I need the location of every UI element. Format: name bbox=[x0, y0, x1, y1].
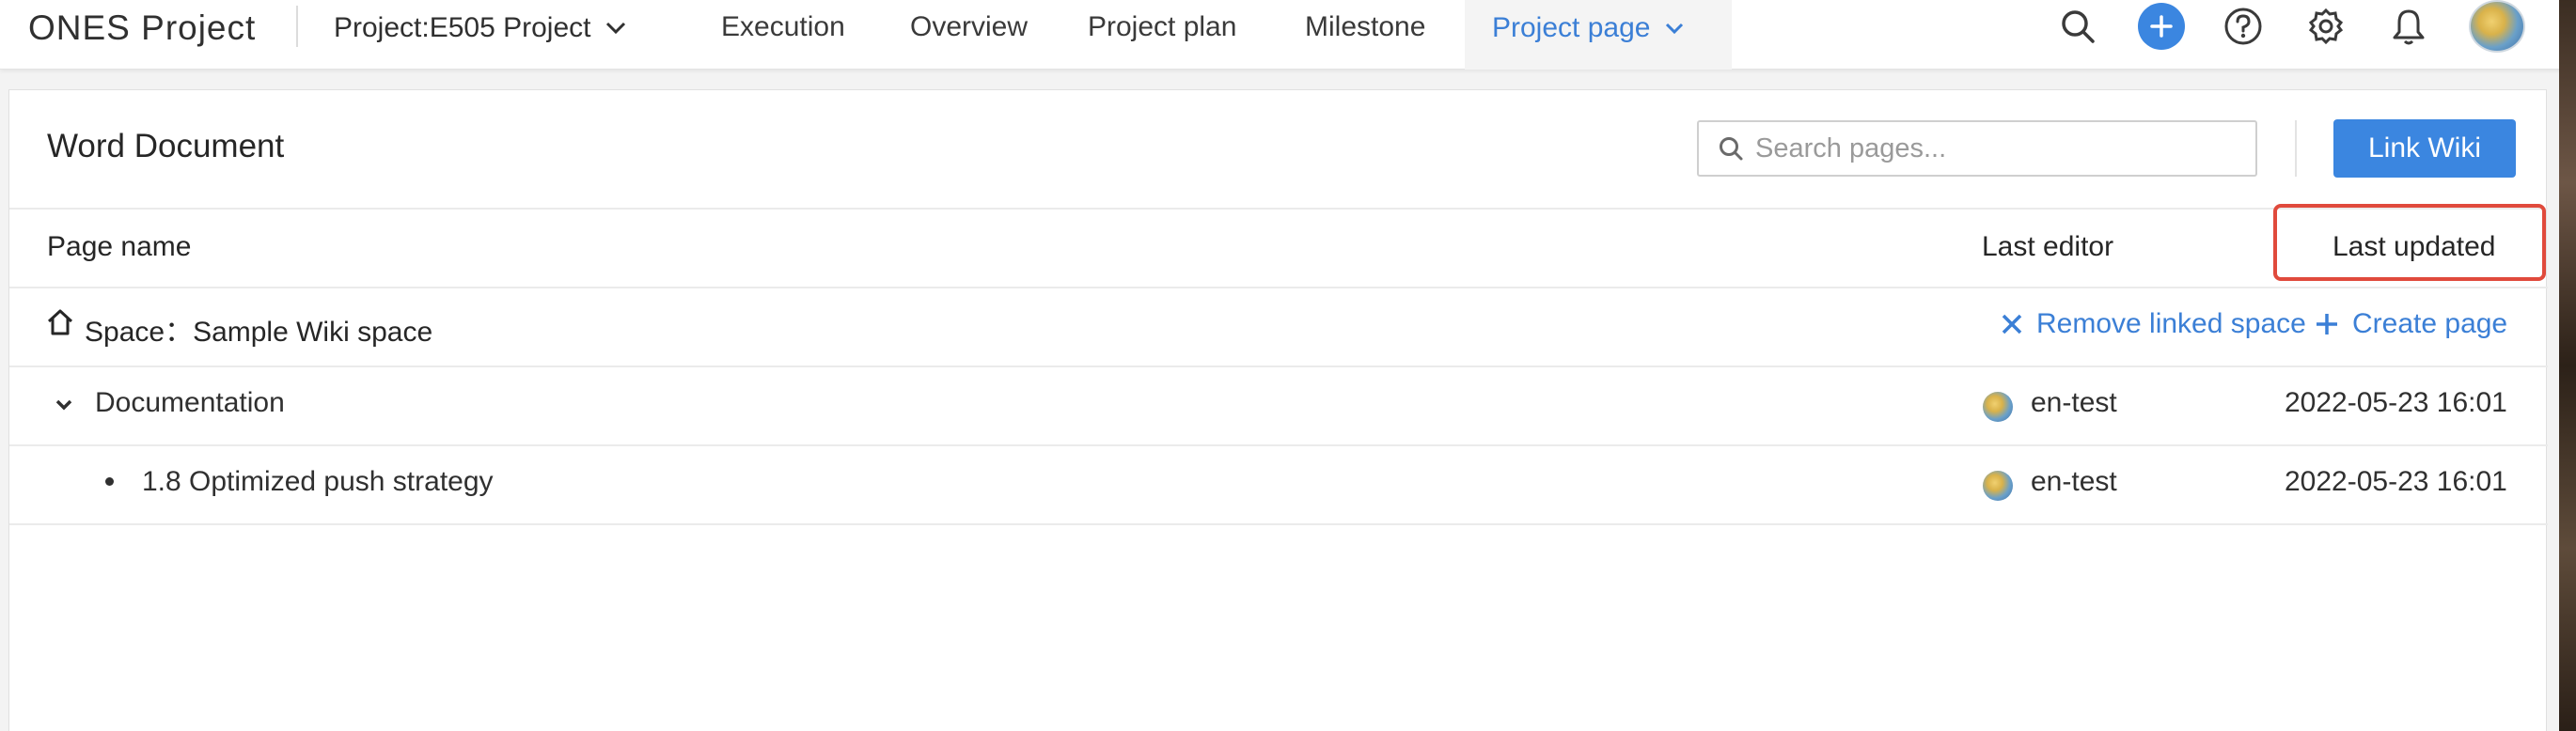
home-icon bbox=[47, 309, 73, 335]
remove-linked-space-button[interactable]: Remove linked space bbox=[2001, 308, 2306, 340]
nav-project-plan[interactable]: Project plan bbox=[1088, 0, 1236, 56]
last-updated: 2022-05-23 16:01 bbox=[2285, 466, 2507, 497]
plus-icon bbox=[2317, 314, 2337, 334]
help-icon[interactable] bbox=[2221, 4, 2266, 49]
add-circle-icon[interactable] bbox=[2138, 3, 2185, 50]
nav-project-page-label: Project page bbox=[1492, 12, 1651, 43]
close-icon bbox=[2002, 314, 2022, 334]
last-updated: 2022-05-23 16:01 bbox=[2285, 387, 2507, 418]
divider bbox=[2295, 120, 2297, 177]
avatar bbox=[1983, 471, 2013, 501]
space-label: Space：Sample Wiki space bbox=[85, 317, 433, 348]
page-name[interactable]: 1.8 Optimized push strategy bbox=[142, 466, 494, 498]
highlight-annotation bbox=[2273, 204, 2546, 281]
bell-icon[interactable] bbox=[2386, 4, 2431, 49]
desktop-edge bbox=[2559, 0, 2576, 731]
brand-logo[interactable]: ONES Project bbox=[28, 0, 256, 56]
nav-milestone[interactable]: Milestone bbox=[1305, 0, 1425, 56]
search-icon bbox=[1720, 137, 1743, 161]
chevron-down-icon bbox=[1666, 23, 1684, 34]
project-selector-label: Project:E505 Project bbox=[334, 12, 591, 43]
page-name[interactable]: Documentation bbox=[95, 387, 285, 419]
divider bbox=[9, 208, 2548, 210]
top-bar: ONES Project Project:E505 Project Execut… bbox=[0, 0, 2576, 70]
column-header-page-name[interactable]: Page name bbox=[47, 231, 191, 263]
bullet-icon bbox=[105, 477, 114, 486]
page-title: Word Document bbox=[47, 128, 285, 164]
link-wiki-button[interactable]: Link Wiki bbox=[2333, 119, 2516, 178]
avatar bbox=[1983, 392, 2013, 422]
search-pages-input[interactable] bbox=[1755, 132, 2244, 164]
user-avatar[interactable] bbox=[2469, 0, 2525, 53]
nav-overview[interactable]: Overview bbox=[910, 0, 1028, 56]
divider bbox=[9, 444, 2548, 446]
search-icon[interactable] bbox=[2055, 4, 2100, 49]
divider bbox=[9, 287, 2548, 288]
chevron-down-icon[interactable] bbox=[55, 398, 73, 412]
remove-linked-space-label: Remove linked space bbox=[2036, 308, 2306, 339]
last-editor: en-test bbox=[2031, 387, 2117, 418]
gear-icon[interactable] bbox=[2303, 4, 2348, 49]
column-header-last-editor[interactable]: Last editor bbox=[1982, 231, 2113, 263]
create-page-button[interactable]: Create page bbox=[2315, 308, 2507, 340]
create-page-label: Create page bbox=[2352, 308, 2508, 339]
chevron-down-icon bbox=[606, 22, 626, 35]
search-pages-box[interactable] bbox=[1697, 120, 2257, 177]
divider bbox=[9, 366, 2548, 367]
nav-execution[interactable]: Execution bbox=[721, 0, 845, 56]
nav-project-page[interactable]: Project page bbox=[1492, 0, 1684, 56]
wiki-pages-card: Word Document Link Wiki Page name Last e… bbox=[8, 89, 2548, 731]
divider bbox=[296, 6, 298, 47]
divider bbox=[9, 523, 2548, 525]
last-editor: en-test bbox=[2031, 466, 2117, 497]
project-selector[interactable]: Project:E505 Project bbox=[334, 0, 626, 56]
